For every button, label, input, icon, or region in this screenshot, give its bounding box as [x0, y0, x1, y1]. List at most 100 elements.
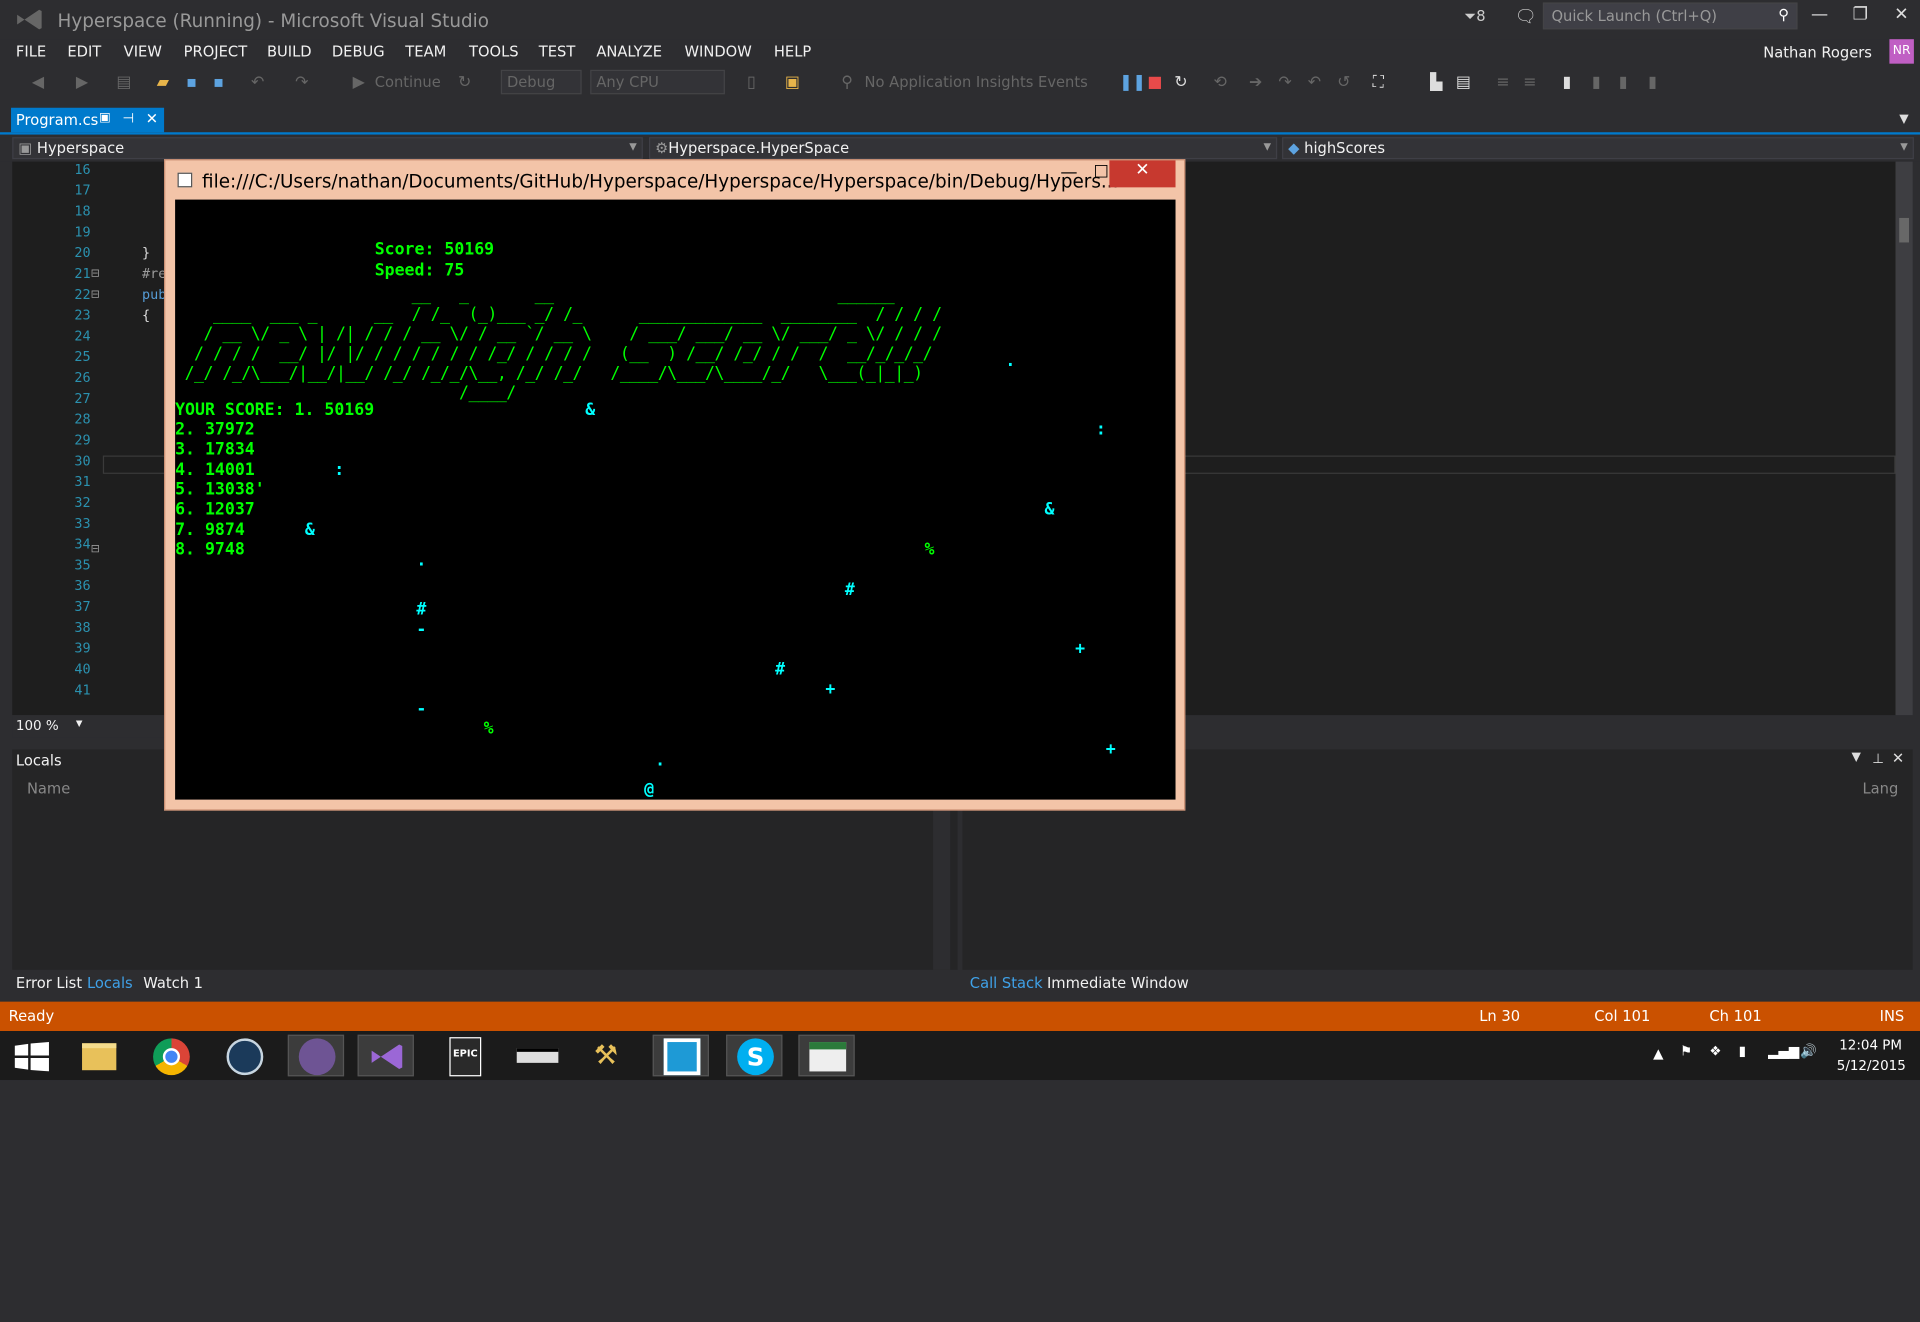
- menu-tools[interactable]: TOOLS: [469, 43, 519, 60]
- feedback-icon[interactable]: 🗨: [1515, 7, 1537, 27]
- forward-icon[interactable]: ▶: [76, 73, 88, 91]
- pause-icon[interactable]: ❚❚: [1119, 73, 1146, 91]
- console-close-button[interactable]: ✕: [1109, 160, 1176, 188]
- open-file-icon[interactable]: ▰: [157, 73, 169, 91]
- scrollbar-thumb[interactable]: [1899, 217, 1909, 243]
- browser-link-icon[interactable]: ▣: [785, 73, 800, 91]
- collapse-icon[interactable]: ⊟: [91, 544, 100, 556]
- restart-debug-icon[interactable]: ↻: [1174, 73, 1187, 91]
- menu-team[interactable]: TEAM: [405, 43, 446, 60]
- step-over-icon[interactable]: ↷: [1278, 73, 1291, 91]
- uncomment-icon[interactable]: ≡: [1523, 73, 1536, 91]
- stop-icon[interactable]: ■: [1147, 73, 1162, 91]
- undo-icon[interactable]: ↶: [251, 73, 264, 91]
- console-window[interactable]: file:///C:/Users/nathan/Documents/GitHub…: [164, 159, 1186, 811]
- network-icon[interactable]: ▂▄▆: [1768, 1043, 1799, 1059]
- clock-date[interactable]: 5/12/2015: [1837, 1058, 1906, 1074]
- menu-test[interactable]: TEST: [539, 43, 576, 60]
- steam-icon[interactable]: [216, 1035, 272, 1077]
- prev-bookmark-icon[interactable]: ▮: [1592, 73, 1601, 91]
- pin-icon[interactable]: ⊣: [122, 110, 134, 126]
- project-dropdown[interactable]: ▣ Hyperspace ▼: [12, 137, 643, 160]
- class-dropdown[interactable]: ⚙Hyperspace.HyperSpace ▼: [648, 137, 1278, 160]
- close-panel-icon[interactable]: ✕: [1892, 749, 1904, 766]
- epic-games-icon[interactable]: EPIC: [436, 1035, 492, 1077]
- notification-flag-icon[interactable]: ⏷8: [1465, 7, 1486, 25]
- file-explorer-icon[interactable]: [70, 1035, 126, 1077]
- save-icon[interactable]: ▪: [186, 73, 197, 91]
- menu-project[interactable]: PROJECT: [184, 43, 248, 60]
- locals-scrollbar[interactable]: [933, 798, 951, 970]
- console-maximize-button[interactable]: ☐: [1093, 163, 1108, 183]
- restart-step-icon[interactable]: ↺: [1337, 73, 1350, 91]
- threads-icon[interactable]: ▙: [1430, 73, 1442, 91]
- skype-icon[interactable]: S: [726, 1034, 783, 1077]
- insights-icon[interactable]: ⚲: [841, 73, 853, 91]
- menu-debug[interactable]: DEBUG: [332, 43, 385, 60]
- back-icon[interactable]: ◀: [32, 73, 44, 91]
- hex-display-icon[interactable]: ⛶: [1373, 73, 1384, 91]
- pin-icon[interactable]: ⊥: [1872, 751, 1884, 767]
- menu-window[interactable]: WINDOW: [684, 43, 751, 60]
- clear-bookmarks-icon[interactable]: ▮: [1648, 73, 1657, 91]
- member-dropdown[interactable]: ◆ highScores ▼: [1282, 137, 1914, 160]
- chrome-icon[interactable]: [142, 1035, 198, 1077]
- collapse-icon[interactable]: ⊟: [91, 268, 100, 280]
- config-dropdown[interactable]: Debug: [500, 69, 582, 95]
- show-hidden-icons[interactable]: ▲: [1653, 1046, 1663, 1062]
- close-tab-icon[interactable]: ✕: [146, 110, 158, 127]
- tab-program-cs[interactable]: Program.cs ▣ ⊣ ✕: [11, 107, 165, 133]
- restart-icon[interactable]: ↻: [458, 73, 471, 91]
- menu-edit[interactable]: EDIT: [67, 43, 101, 60]
- clock-time[interactable]: 12:04 PM: [1839, 1037, 1902, 1053]
- show-next-statement-icon[interactable]: ⟲: [1213, 73, 1226, 91]
- tools-icon[interactable]: ⚒: [580, 1035, 636, 1077]
- editor-vertical-scrollbar[interactable]: [1895, 161, 1913, 716]
- console-app-icon[interactable]: [508, 1035, 564, 1077]
- zoom-dropdown[interactable]: 100 % ▼: [12, 715, 166, 738]
- stack-frame-icon[interactable]: ▤: [1456, 73, 1471, 91]
- next-bookmark-icon[interactable]: ▮: [1619, 73, 1628, 91]
- avatar[interactable]: NR: [1889, 39, 1914, 64]
- minimize-button[interactable]: —: [1811, 5, 1828, 25]
- github-icon[interactable]: [287, 1034, 345, 1077]
- bookmark-icon[interactable]: ▮: [1562, 73, 1571, 91]
- dropbox-icon[interactable]: ❖: [1709, 1043, 1721, 1059]
- step-out-icon[interactable]: ↶: [1308, 73, 1321, 91]
- tab-error-list[interactable]: Error List: [16, 975, 82, 992]
- redo-icon[interactable]: ↷: [295, 73, 308, 91]
- tab-watch-1[interactable]: Watch 1: [143, 975, 203, 992]
- menu-view[interactable]: VIEW: [124, 43, 162, 60]
- continue-button[interactable]: Continue: [375, 73, 441, 90]
- tab-call-stack[interactable]: Call Stack: [970, 975, 1043, 992]
- platform-dropdown[interactable]: Any CPU: [590, 69, 725, 95]
- device-icon[interactable]: ▯: [747, 73, 756, 91]
- menu-file[interactable]: FILE: [16, 43, 46, 60]
- action-center-flag-icon[interactable]: ⚑: [1680, 1043, 1692, 1059]
- save-all-icon[interactable]: ▪: [213, 73, 224, 91]
- user-name[interactable]: Nathan Rogers: [1763, 44, 1872, 61]
- menu-help[interactable]: HELP: [774, 43, 811, 60]
- hyperspace-app-icon[interactable]: [652, 1034, 709, 1077]
- collapse-icon[interactable]: ⊟: [91, 289, 100, 301]
- step-into-icon[interactable]: ➔: [1249, 73, 1262, 91]
- volume-icon[interactable]: 🔊: [1800, 1043, 1817, 1059]
- menu-build[interactable]: BUILD: [267, 43, 312, 60]
- quick-launch-input[interactable]: Quick Launch (Ctrl+Q) ⚲: [1542, 2, 1798, 30]
- new-project-icon[interactable]: ▤: [116, 73, 131, 91]
- visual-studio-taskbar-icon[interactable]: [357, 1034, 414, 1077]
- close-window-button[interactable]: ✕: [1894, 5, 1908, 25]
- console-minimize-button[interactable]: —: [1060, 163, 1077, 183]
- menu-analyze[interactable]: ANALYZE: [596, 43, 662, 60]
- continue-icon[interactable]: ▶: [353, 73, 365, 91]
- panel-menu-icon[interactable]: ▼: [1851, 751, 1860, 764]
- maximize-button[interactable]: ❐: [1853, 5, 1868, 25]
- windows-start-icon[interactable]: [14, 1042, 49, 1072]
- insights-dropdown[interactable]: No Application Insights Events: [864, 73, 1087, 90]
- tab-overflow-icon[interactable]: ▼: [1899, 113, 1908, 126]
- tab-locals[interactable]: Locals: [87, 975, 133, 992]
- tab-immediate-window[interactable]: Immediate Window: [1047, 975, 1189, 992]
- battery-icon[interactable]: ▮: [1739, 1043, 1746, 1059]
- remote-desktop-icon[interactable]: [798, 1034, 855, 1077]
- comment-icon[interactable]: ≡: [1496, 73, 1509, 91]
